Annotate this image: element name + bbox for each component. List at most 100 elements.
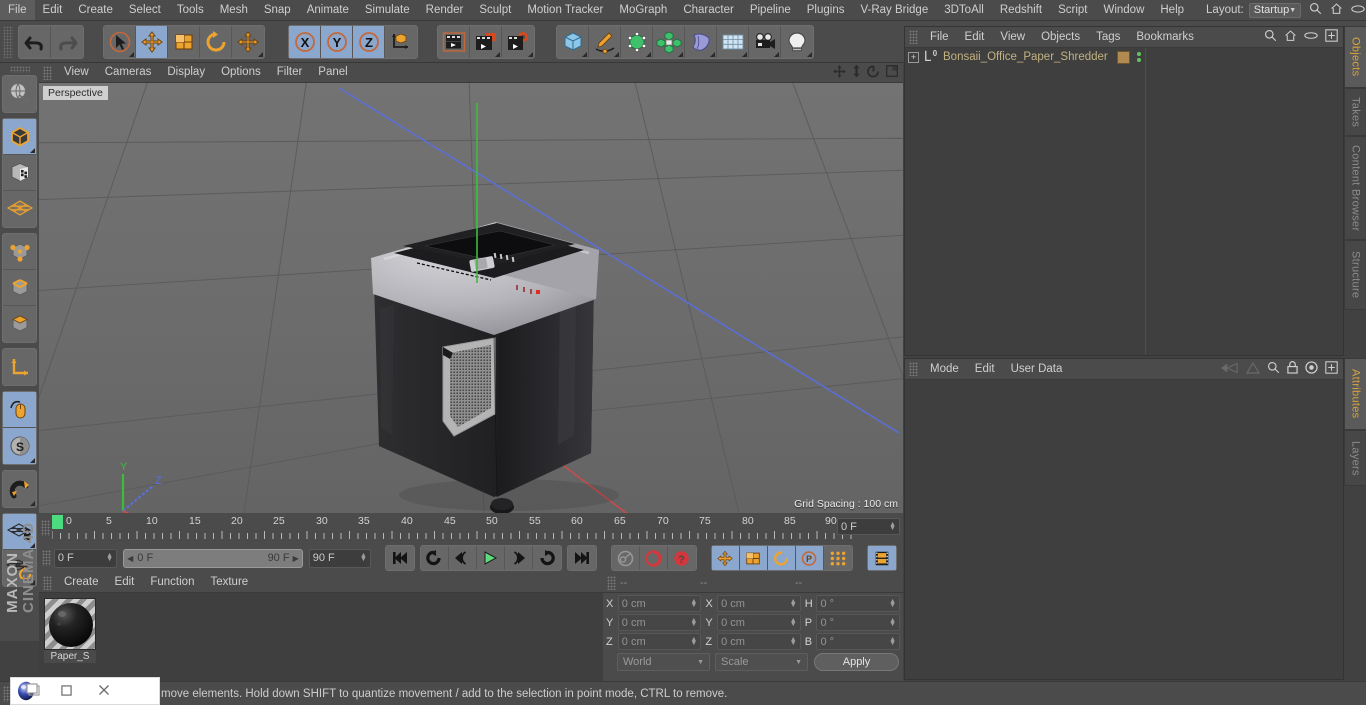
coord-input-size-y[interactable]: 0 cm ▲ ▼ (717, 614, 801, 631)
object-menu-objects[interactable]: Objects (1033, 27, 1088, 47)
viewport-menu-options[interactable]: Options (213, 63, 269, 82)
viewport-menu-display[interactable]: Display (159, 63, 213, 82)
tab-attributes[interactable]: Attributes (1344, 358, 1366, 430)
expand-icon[interactable]: + (908, 51, 919, 63)
render-settings-button[interactable] (502, 25, 534, 58)
left-toolbar-grip[interactable] (9, 66, 30, 73)
tab-takes[interactable]: Takes (1344, 88, 1366, 136)
spinner-icon[interactable]: ▲ ▼ (106, 552, 113, 563)
maximize-button[interactable] (47, 684, 85, 699)
home-icon[interactable] (1284, 29, 1297, 45)
render-to-picture-viewer-button[interactable] (470, 25, 502, 58)
keyframe-selection-button[interactable] (867, 546, 896, 570)
spinner-icon[interactable]: ▲ ▼ (690, 598, 697, 609)
viewport-menu-filter[interactable]: Filter (269, 63, 311, 82)
current-frame-field[interactable]: 0 F ▲ ▼ (837, 518, 900, 535)
rotation-key-toggle[interactable] (767, 546, 796, 570)
add-light-button[interactable] (781, 25, 813, 58)
menu-item-file[interactable]: File (0, 0, 35, 20)
spinner-icon[interactable]: ▲ ▼ (690, 617, 697, 628)
model-mode-button[interactable] (3, 119, 36, 155)
rotate-tool[interactable] (200, 25, 232, 58)
add-array-button[interactable] (653, 25, 685, 58)
timeline-track[interactable]: 0 5 10 15 20 25 30 35 40 45 50 55 60 65 … (52, 515, 852, 541)
transport-grip[interactable] (42, 550, 51, 566)
viewport-menu-panel[interactable]: Panel (310, 63, 355, 82)
object-manager-grip[interactable] (909, 30, 918, 44)
menu-item-sculpt[interactable]: Sculpt (471, 0, 519, 20)
lock-icon[interactable] (1287, 361, 1298, 377)
object-axis-mode-button[interactable] (3, 349, 36, 385)
menu-item-mograph[interactable]: MoGraph (611, 0, 675, 20)
go-to-previous-key-button[interactable] (420, 546, 449, 570)
autokeying-button[interactable] (611, 546, 640, 570)
lock-y-axis[interactable]: Y (321, 25, 353, 58)
spinner-icon[interactable]: ▲ ▼ (790, 598, 797, 609)
maximize-icon[interactable] (886, 65, 898, 80)
range-left-arrow-icon[interactable]: ◀ (127, 554, 133, 563)
material-menu-texture[interactable]: Texture (202, 573, 256, 592)
attribute-menu-mode[interactable]: Mode (922, 359, 967, 379)
spinner-icon[interactable]: ▲ ▼ (889, 636, 896, 647)
coord-input-size-x[interactable]: 0 cm ▲ ▼ (717, 595, 801, 612)
layout-select[interactable]: Startup ▼ (1248, 2, 1302, 18)
go-to-next-key-button[interactable] (532, 546, 561, 570)
add-spline-button[interactable] (589, 25, 621, 58)
move-tool[interactable] (136, 25, 168, 58)
material-menu-create[interactable]: Create (56, 573, 107, 592)
world-object-coordinates[interactable] (385, 25, 417, 58)
menu-item-script[interactable]: Script (1050, 0, 1095, 20)
parameter-key-toggle[interactable]: P (795, 546, 824, 570)
menu-item-simulate[interactable]: Simulate (357, 0, 418, 20)
menu-item-snap[interactable]: Snap (256, 0, 299, 20)
record-question-button[interactable]: ? (667, 546, 696, 570)
menu-item-window[interactable]: Window (1095, 0, 1152, 20)
viewport-3d[interactable]: Perspective Y Z Grid Spacing: 100 cm (39, 83, 903, 513)
enable-snapping-button[interactable] (3, 392, 36, 428)
coord-input-pos-z[interactable]: 0 cm ▲ ▼ (617, 633, 702, 650)
lock-x-axis[interactable]: X (289, 25, 321, 58)
tab-layers[interactable]: Layers (1344, 430, 1366, 486)
step-back-button[interactable] (448, 546, 477, 570)
menu-item-select[interactable]: Select (121, 0, 169, 20)
coord-input-rot-h[interactable]: 0 ° ▲ ▼ (816, 595, 901, 612)
record-active-objects-button[interactable] (639, 546, 668, 570)
coordinates-grip[interactable] (607, 575, 616, 590)
lock-z-axis[interactable]: Z (353, 25, 385, 58)
texture-mode-button[interactable] (3, 155, 36, 191)
coord-input-rot-p[interactable]: 0 ° ▲ ▼ (816, 614, 901, 631)
polygons-mode-button[interactable] (3, 306, 36, 342)
pan-icon[interactable] (833, 64, 846, 81)
menu-item-create[interactable]: Create (70, 0, 121, 20)
object-menu-tags[interactable]: Tags (1088, 27, 1128, 47)
taskbar-thumbnail-popup[interactable] (10, 677, 160, 705)
object-material-tag[interactable] (1116, 50, 1130, 64)
step-forward-button[interactable] (504, 546, 533, 570)
object-manager-body[interactable]: + 0 Bonsaii_Office_Paper_Shredder (905, 48, 1343, 355)
tab-structure[interactable]: Structure (1344, 240, 1366, 310)
search-icon[interactable] (1309, 2, 1322, 18)
dynamic-place-tool[interactable] (232, 25, 264, 58)
edges-mode-button[interactable] (3, 270, 36, 306)
position-key-toggle[interactable] (711, 546, 740, 570)
search-icon[interactable] (1267, 361, 1280, 377)
spinner-icon[interactable]: ▲ ▼ (790, 636, 797, 647)
material-thumbnail[interactable] (44, 598, 96, 650)
menu-item-edit[interactable]: Edit (35, 0, 71, 20)
home-icon[interactable] (1330, 2, 1343, 18)
spinner-icon[interactable]: ▲ ▼ (690, 636, 697, 647)
viewport-menu-view[interactable]: View (56, 63, 97, 82)
coord-input-pos-x[interactable]: 0 cm ▲ ▼ (617, 595, 702, 612)
undo-button[interactable] (19, 25, 51, 58)
render-view-button[interactable] (438, 25, 470, 58)
spinner-icon[interactable]: ▲ ▼ (889, 598, 896, 609)
object-list-item[interactable]: + 0 Bonsaii_Office_Paper_Shredder (905, 48, 1343, 66)
menu-item-animate[interactable]: Animate (299, 0, 357, 20)
eye-icon[interactable] (1351, 4, 1365, 17)
viewport-grip[interactable] (43, 65, 52, 80)
coord-input-pos-y[interactable]: 0 cm ▲ ▼ (617, 614, 702, 631)
tab-content-browser[interactable]: Content Browser (1344, 136, 1366, 240)
attribute-manager-grip[interactable] (909, 362, 918, 376)
material-item[interactable]: Paper_S (44, 598, 96, 663)
menu-item-character[interactable]: Character (675, 0, 742, 20)
